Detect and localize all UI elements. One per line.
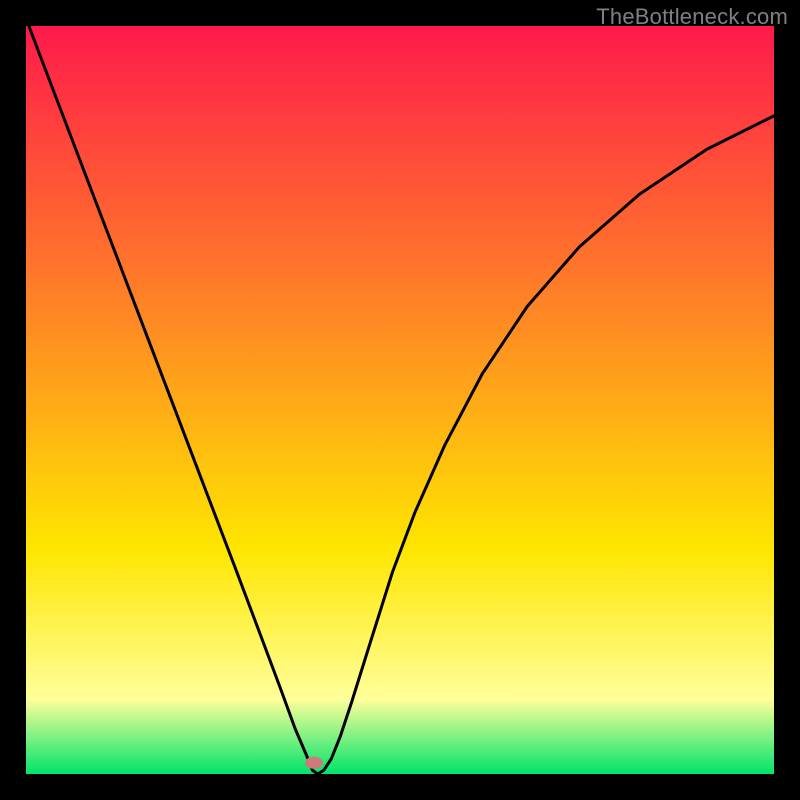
chart-frame: TheBottleneck.com xyxy=(0,0,800,800)
minimum-marker xyxy=(305,757,323,769)
watermark-text: TheBottleneck.com xyxy=(596,4,788,30)
chart-svg xyxy=(26,26,774,774)
plot-area xyxy=(26,26,774,774)
gradient-background xyxy=(26,26,774,774)
